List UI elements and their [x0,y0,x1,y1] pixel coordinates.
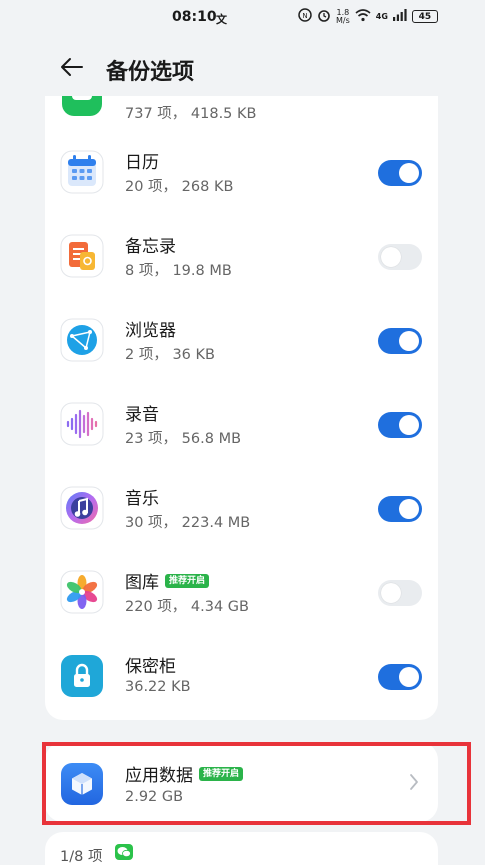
nfc-icon: N [298,8,312,25]
list-item-music[interactable]: 音乐 30 项， 223.4 MB [45,466,438,550]
signal-icon [392,9,407,24]
app-data-icon [60,762,104,806]
item-meta: 30 项， 223.4 MB [125,515,251,531]
toggle-music[interactable] [378,496,422,522]
item-meta: 737 项， 418.5 KB [125,106,257,122]
toggle-recorder[interactable] [378,412,422,438]
net-speed-unit: M/s [336,15,350,25]
calendar-icon [60,150,104,194]
app-icon-partial [60,96,104,118]
list-item-gallery[interactable]: 图库 推荐开启 220 项， 4.34 GB [45,550,438,634]
recommend-badge: 推荐开启 [165,573,210,588]
safe-icon [60,654,104,698]
browser-icon [60,318,104,362]
item-meta: 8 项， 19.8 MB [125,263,232,279]
item-name: 图库 [125,573,159,593]
item-name: 浏览器 [125,321,176,341]
item-meta: 20 项， 268 KB [125,179,234,195]
header: 备份选项 [0,40,485,96]
backup-options-list: 737 项， 418.5 KB 日历 20 项， 268 KB 备忘录 8 项，… [45,96,438,720]
item-meta: 36.22 KB [125,679,191,695]
chevron-right-icon [410,774,418,790]
app-data-item[interactable]: 应用数据 推荐开启 2.92 GB [45,742,438,822]
item-meta: 2 项， 36 KB [125,347,215,363]
item-meta: 23 项， 56.8 MB [125,431,242,447]
toggle-gallery[interactable] [378,580,422,606]
status-bar: 08:10 ⽂ N 1.8 M/s 4G 45 [0,0,485,34]
svg-text:N: N [302,12,307,20]
list-item-notes[interactable]: 备忘录 8 项， 19.8 MB [45,214,438,298]
back-arrow-icon [61,58,83,76]
item-name: 录音 [125,405,159,425]
item-name: 保密柜 [125,657,176,677]
toggle-notes[interactable] [378,244,422,270]
item-name: 音乐 [125,489,159,509]
status-time: 08:10 [172,9,217,25]
item-name: 日历 [125,153,159,173]
net-speed: 1.8 M/s [336,8,350,25]
item-meta: 220 项， 4.34 GB [125,599,249,615]
music-icon [60,486,104,530]
notification-icon: ⽂ [216,13,227,26]
list-item-recorder[interactable]: 录音 23 项， 56.8 MB [45,382,438,466]
list-item-browser[interactable]: 浏览器 2 项， 36 KB [45,298,438,382]
alarm-icon [317,8,331,25]
item-name: 备忘录 [125,237,176,257]
list-item-safe[interactable]: 保密柜 36.22 KB [45,634,438,718]
recommend-badge: 推荐开启 [199,766,244,781]
selected-count: 1/8 项 [60,849,103,865]
footer-summary: 1/8 项 [45,832,438,865]
toggle-calendar[interactable] [378,160,422,186]
battery-icon: 45 [411,10,438,23]
page-title: 备份选项 [106,60,195,85]
gallery-icon [60,570,104,614]
messages-icon [62,96,102,116]
back-button[interactable] [58,52,88,82]
item-name-row: 图库 推荐开启 [125,568,210,593]
network-type: 4G [375,12,388,21]
toggle-safe[interactable] [378,664,422,690]
app-data-name: 应用数据 [125,766,193,786]
recorder-icon [60,402,104,446]
wifi-icon [355,8,371,25]
app-data-name-row: 应用数据 推荐开启 [125,761,244,786]
toggle-browser[interactable] [378,328,422,354]
app-data-meta: 2.92 GB [125,789,184,805]
wechat-icon [115,844,133,860]
list-item-calendar[interactable]: 日历 20 项， 268 KB [45,130,438,214]
notes-icon [60,234,104,278]
status-icons: N 1.8 M/s 4G 45 [298,8,438,25]
